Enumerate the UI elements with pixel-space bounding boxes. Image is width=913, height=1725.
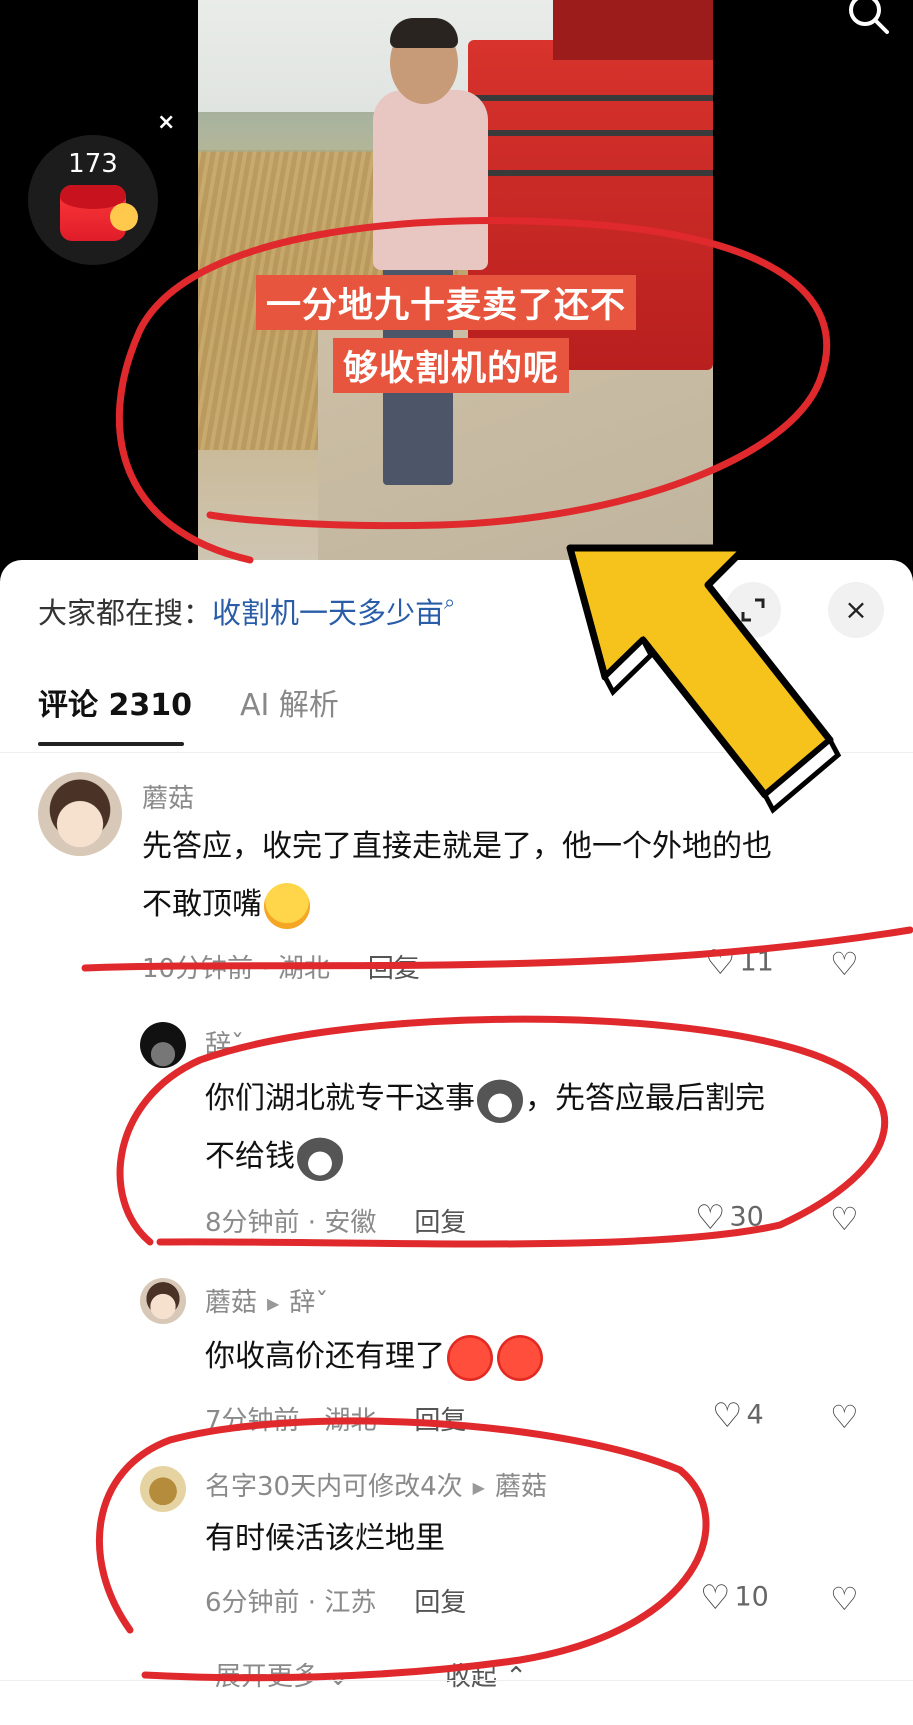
reply-to-username[interactable]: 蘑菇 (495, 1472, 547, 1502)
divider (0, 1680, 913, 1681)
video-player[interactable]: 一分地九十麦卖了还不 够收割机的呢 173 × (0, 0, 913, 570)
reply-button[interactable]: 回复 (414, 1208, 466, 1238)
heart-icon: ♡ (705, 943, 736, 983)
search-icon: ⌕ (444, 590, 456, 614)
like-button[interactable]: ♡ 30 (695, 1198, 764, 1238)
hot-search-link[interactable]: 收割机一天多少亩 (212, 596, 444, 630)
comment-text-line: 先答应，收完了直接走就是了，他一个外地的也 (142, 829, 772, 864)
tab-comments[interactable]: 评论 2310 (38, 680, 192, 724)
hot-search-prefix: 大家都在搜： (38, 596, 213, 630)
comment-text-line: 你收高价还有理了 (205, 1339, 445, 1374)
like-count: 10 (734, 1581, 769, 1613)
dislike-icon[interactable]: ♡ (830, 1398, 859, 1436)
close-button[interactable]: × (828, 582, 884, 638)
person-hair (390, 18, 458, 48)
harvester-bar (448, 95, 713, 101)
comment-text-line: ，先答应最后割完 (525, 1081, 765, 1116)
person-body (373, 90, 488, 270)
comment-meta: 6分钟前 · 江苏 回复 (205, 1582, 466, 1619)
comment-text: 先答应，收完了直接走就是了，他一个外地的也 不敢顶嘴 (142, 818, 882, 934)
dislike-icon[interactable]: ♡ (830, 1200, 859, 1238)
comment-meta: 8分钟前 · 安徽 回复 (205, 1202, 466, 1239)
comment-text-line: 有时候活该烂地里 (205, 1521, 445, 1556)
comment-text: 有时候活该烂地里 (205, 1510, 885, 1568)
reply-button[interactable]: 回复 (368, 954, 420, 984)
angry-emoji (447, 1334, 493, 1381)
like-button[interactable]: ♡ 11 (705, 943, 774, 983)
expand-button[interactable] (725, 582, 781, 638)
tab-ai-analysis[interactable]: AI 解析 (240, 680, 339, 724)
comment-text: 你收高价还有理了 (205, 1328, 885, 1386)
dislike-icon[interactable]: ♡ (830, 1580, 859, 1618)
avatar[interactable] (140, 1278, 186, 1324)
avatar[interactable] (140, 1022, 186, 1068)
tab-bar: 评论 2310 AI 解析 (38, 680, 387, 740)
comment-meta: 7分钟前 · 湖北 回复 (205, 1400, 466, 1437)
like-count: 11 (739, 946, 774, 978)
search-icon[interactable] (843, 0, 893, 36)
comment-username[interactable]: 辞ˇ (205, 1024, 244, 1061)
username-text: 名字30天内可修改4次 (205, 1472, 463, 1502)
coin-icon (110, 203, 138, 231)
reply-button[interactable]: 回复 (414, 1588, 466, 1618)
reply-arrow-icon: ▶ (472, 1478, 485, 1497)
comment-username[interactable]: 蘑菇 (142, 778, 194, 815)
tree-line (198, 112, 398, 152)
like-button[interactable]: ♡ 10 (700, 1578, 769, 1618)
video-caption-line1: 一分地九十麦卖了还不 (256, 275, 637, 330)
comment-meta: 10分钟前 · 湖北 回复 (142, 948, 420, 985)
avatar[interactable] (38, 772, 122, 856)
heart-icon: ♡ (712, 1396, 743, 1436)
comment-text-line: 不敢顶嘴 (142, 887, 262, 922)
dog-emoji (297, 1134, 343, 1181)
heart-icon: ♡ (700, 1578, 731, 1618)
reply-arrow-icon: ▶ (267, 1294, 280, 1313)
dislike-icon[interactable]: ♡ (830, 945, 859, 983)
comment-time-location: 6分钟前 · 江苏 (205, 1588, 377, 1618)
comment-text: 你们湖北就专干这事 ，先答应最后割完 不给钱 (205, 1070, 885, 1186)
avatar[interactable] (140, 1466, 186, 1512)
red-packet-widget[interactable]: 173 (28, 135, 158, 265)
active-tab-indicator (38, 742, 184, 746)
username-text: 蘑菇 (205, 1288, 258, 1318)
reply-to-username[interactable]: 辞ˇ (289, 1288, 328, 1318)
comment-panel: 大家都在搜：收割机一天多少亩⌕ × 评论 2310 AI 解析 蘑菇 先答应，收完… (0, 560, 913, 1725)
red-packet-count: 173 (68, 149, 118, 179)
video-caption-line2: 够收割机的呢 (333, 338, 570, 393)
angry-emoji (497, 1334, 543, 1381)
comment-text-line: 不给钱 (205, 1139, 295, 1174)
red-packet-close-button[interactable]: × (157, 110, 175, 135)
comment-username[interactable]: 名字30天内可修改4次 ▶ 蘑菇 (205, 1466, 547, 1503)
hot-search-bar[interactable]: 大家都在搜：收割机一天多少亩⌕ (38, 590, 455, 632)
laughing-crying-emoji (264, 882, 310, 929)
expand-icon (741, 598, 765, 622)
divider (0, 752, 913, 753)
heart-icon: ♡ (695, 1198, 726, 1238)
comment-text-line: 你们湖北就专干这事 (205, 1081, 475, 1116)
expand-more-replies-button[interactable]: 展开更多 ⌄ (215, 1656, 349, 1693)
red-envelope-icon (60, 185, 138, 241)
reply-button[interactable]: 回复 (414, 1406, 466, 1436)
comment-time-location: 8分钟前 · 安徽 (205, 1208, 377, 1238)
collapse-replies-button[interactable]: 收起 ⌃ (445, 1656, 527, 1693)
harvester-cab (553, 0, 713, 60)
dog-emoji (477, 1076, 523, 1123)
like-count: 30 (729, 1201, 764, 1233)
comment-time-location: 10分钟前 · 湖北 (142, 954, 330, 984)
like-count: 4 (746, 1399, 764, 1431)
comment-username[interactable]: 蘑菇 ▶ 辞ˇ (205, 1282, 328, 1319)
comment-time-location: 7分钟前 · 湖北 (205, 1406, 377, 1436)
like-button[interactable]: ♡ 4 (712, 1396, 764, 1436)
